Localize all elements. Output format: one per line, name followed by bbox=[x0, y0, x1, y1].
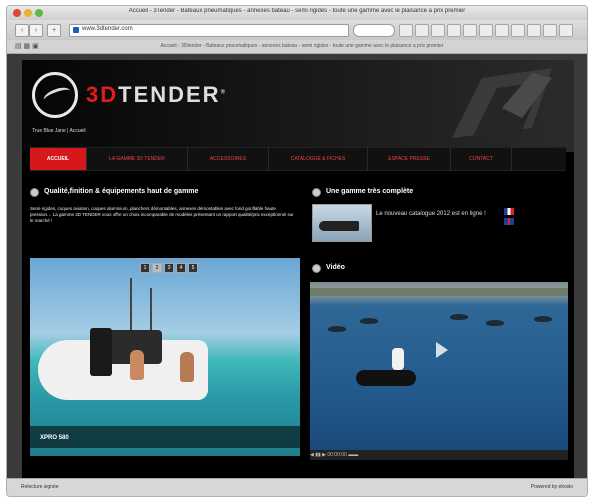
person bbox=[130, 350, 144, 380]
slider-page-3[interactable]: 3 bbox=[164, 263, 174, 273]
main-menu: Accueil LA GAMME 3D TENDER ACCESSOIRES C… bbox=[30, 147, 566, 171]
image-slider[interactable]: 1 2 3 4 5 XPRO 580 bbox=[30, 258, 300, 456]
bookmark-icon[interactable] bbox=[415, 24, 429, 37]
dolphin bbox=[486, 320, 504, 326]
settings-icon[interactable] bbox=[543, 24, 557, 37]
status-left: Relecture signée bbox=[21, 484, 59, 490]
share-page-icon[interactable] bbox=[511, 24, 525, 37]
menu-item-accueil[interactable]: Accueil bbox=[30, 148, 87, 170]
menu-icon[interactable] bbox=[559, 24, 573, 37]
menu-item-gamme[interactable]: LA GAMME 3D TENDER bbox=[87, 148, 188, 170]
window-title: Accueil - 3Tender - Bateaux pneumatiques… bbox=[128, 8, 466, 14]
search-input[interactable] bbox=[353, 24, 395, 37]
reload-icon[interactable] bbox=[399, 24, 413, 37]
video-shoreline bbox=[310, 288, 568, 296]
brand-logo[interactable]: 3DTENDER® bbox=[86, 82, 227, 108]
dolphin bbox=[450, 314, 468, 320]
header-graphic bbox=[452, 68, 552, 138]
flag-uk-icon[interactable] bbox=[504, 218, 514, 225]
status-right: Powered by ekoslo bbox=[530, 484, 573, 490]
breadcrumb: True Blue Jane | Accueil bbox=[32, 128, 86, 134]
video-controls[interactable]: ◀ ▮▮ ▶ 00:00:00 ▬▬ bbox=[310, 450, 568, 460]
slider-caption-bar: XPRO 580 bbox=[30, 426, 300, 448]
maximize-window-button[interactable] bbox=[35, 9, 43, 17]
history-icon[interactable] bbox=[447, 24, 461, 37]
site-header: 3DTENDER® True Blue Jane | Accueil bbox=[22, 60, 574, 152]
slider-page-4[interactable]: 4 bbox=[176, 263, 186, 273]
bookmarks-icons[interactable]: ▤ ▦ ▣ bbox=[15, 42, 39, 50]
dolphin bbox=[534, 316, 552, 322]
downloads-icon[interactable] bbox=[463, 24, 477, 37]
title-bar: Accueil - 3Tender - Bateaux pneumatiques… bbox=[7, 6, 587, 20]
section-bullet-icon bbox=[30, 188, 39, 197]
marlin-icon bbox=[41, 84, 73, 107]
menu-item-presse[interactable]: ESPACE PRESSE bbox=[368, 148, 451, 170]
person bbox=[180, 352, 194, 382]
reader-icon[interactable] bbox=[431, 24, 445, 37]
slider-caption: XPRO 580 bbox=[40, 435, 69, 441]
menu-item-contact[interactable]: CONTACT bbox=[451, 148, 512, 170]
play-icon[interactable] bbox=[436, 342, 448, 358]
favicon-icon bbox=[73, 27, 79, 33]
brand-suffix: TENDER bbox=[118, 82, 221, 107]
catalogue-thumbnail[interactable] bbox=[312, 204, 372, 242]
print-icon[interactable] bbox=[495, 24, 509, 37]
flag-fr-icon[interactable] bbox=[504, 208, 514, 215]
address-bar[interactable]: www.3dtender.com bbox=[69, 24, 349, 37]
close-window-button[interactable] bbox=[13, 9, 21, 17]
menu-item-accessoires[interactable]: ACCESSOIRES bbox=[188, 148, 269, 170]
bookmarks-text: Accueil - 3Dtender - Bateaux pneumatique… bbox=[160, 43, 444, 49]
bookmarks-bar: ▤ ▦ ▣ Accueil - 3Dtender - Bateaux pneum… bbox=[7, 40, 587, 54]
sidebar-icon[interactable] bbox=[527, 24, 541, 37]
slider-page-1[interactable]: 1 bbox=[140, 263, 150, 273]
brand-mark: ® bbox=[220, 89, 227, 96]
dolphin bbox=[328, 326, 346, 332]
section-bullet-icon bbox=[312, 188, 321, 197]
status-bar: Relecture signée Powered by ekoslo bbox=[7, 478, 587, 496]
minimize-window-button[interactable] bbox=[24, 9, 32, 17]
quality-title: Qualité,finition & équipements haut de g… bbox=[44, 188, 199, 195]
back-button[interactable]: ‹ bbox=[15, 24, 29, 37]
page-viewport: 3DTENDER® True Blue Jane | Accueil Accue… bbox=[7, 54, 587, 478]
website: 3DTENDER® True Blue Jane | Accueil Accue… bbox=[22, 60, 574, 478]
dinghy bbox=[356, 370, 416, 386]
url-text: www.3dtender.com bbox=[82, 26, 133, 32]
slider-page-2[interactable]: 2 bbox=[152, 263, 162, 273]
range-title: Une gamme très complète bbox=[326, 188, 414, 195]
slider-pager: 1 2 3 4 5 bbox=[140, 263, 200, 273]
catalogue-promo-link[interactable]: Le nouveau catalogue 2012 est en ligne ! bbox=[376, 210, 496, 218]
video-player[interactable] bbox=[310, 282, 568, 450]
browser-toolbar: ‹ › + www.3dtender.com bbox=[7, 20, 587, 40]
quality-text: Semi-rigides, coques aviation, coques al… bbox=[30, 206, 294, 223]
share-icon[interactable]: + bbox=[47, 24, 61, 37]
brand-prefix: 3D bbox=[86, 82, 119, 107]
logo-icon[interactable] bbox=[32, 72, 78, 118]
section-bullet-icon bbox=[312, 264, 321, 273]
dolphin bbox=[360, 318, 378, 324]
forward-button[interactable]: › bbox=[29, 24, 43, 37]
menu-item-catalogue[interactable]: Catalogue & Fiches bbox=[269, 148, 368, 170]
person bbox=[392, 348, 404, 370]
video-title: Vidéo bbox=[326, 264, 345, 271]
boat-engine bbox=[90, 328, 112, 376]
boat-mast bbox=[130, 278, 132, 338]
tabs-icon[interactable] bbox=[479, 24, 493, 37]
slider-page-5[interactable]: 5 bbox=[188, 263, 198, 273]
browser-window: Accueil - 3Tender - Bateaux pneumatiques… bbox=[6, 5, 588, 497]
boat-thumbnail bbox=[319, 221, 359, 231]
